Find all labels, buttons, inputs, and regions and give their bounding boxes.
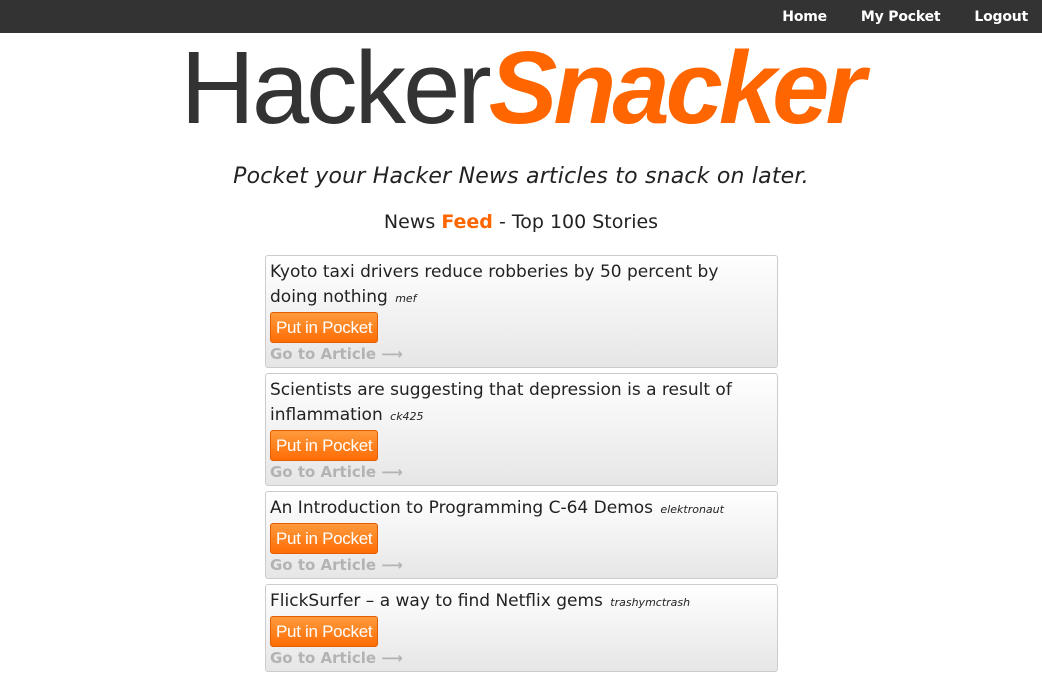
nav-home-link[interactable]: Home (782, 9, 827, 25)
story-card: An Introduction to Programming C-64 Demo… (265, 491, 778, 579)
site-logo: HackerSnacker (0, 36, 1042, 140)
logo-hacker-text: Hacker (180, 30, 491, 145)
story-card: Kyoto taxi drivers reduce robberies by 5… (265, 255, 778, 368)
story-title-line: Scientists are suggesting that depressio… (270, 378, 771, 429)
feed-heading: News Feed - Top 100 Stories (0, 211, 1042, 233)
go-to-article-link[interactable]: Go to Article ⟶ (270, 343, 771, 365)
story-title-line: FlickSurfer – a way to find Netflix gems… (270, 589, 771, 615)
story-title: Kyoto taxi drivers reduce robberies by 5… (270, 262, 719, 307)
put-in-pocket-button[interactable]: Put in Pocket (270, 430, 379, 461)
go-to-article-link[interactable]: Go to Article ⟶ (270, 461, 771, 483)
feed-heading-prefix: News (383, 211, 442, 233)
story-card: Scientists are suggesting that depressio… (265, 373, 778, 486)
feed-heading-suffix: - Top 100 Stories (492, 211, 659, 233)
top-nav-bar: Home My Pocket Logout (0, 0, 1042, 33)
story-author: ck425 (390, 410, 424, 423)
story-title: An Introduction to Programming C-64 Demo… (270, 498, 654, 518)
story-title: Scientists are suggesting that depressio… (270, 380, 732, 425)
put-in-pocket-button[interactable]: Put in Pocket (270, 523, 379, 554)
go-to-article-link[interactable]: Go to Article ⟶ (270, 554, 771, 576)
feed-heading-accent: Feed (441, 211, 493, 233)
story-author: mef (395, 292, 417, 305)
story-title-line: Kyoto taxi drivers reduce robberies by 5… (270, 260, 771, 311)
story-title-line: An Introduction to Programming C-64 Demo… (270, 496, 771, 522)
nav-logout-link[interactable]: Logout (974, 9, 1028, 25)
story-author: elektronaut (660, 503, 724, 516)
story-list: Kyoto taxi drivers reduce robberies by 5… (265, 255, 778, 677)
logo-snacker-text: Snacker (488, 30, 866, 145)
go-to-article-link[interactable]: Go to Article ⟶ (270, 647, 771, 669)
story-author: trashymctrash (610, 596, 691, 609)
story-title: FlickSurfer – a way to find Netflix gems (270, 591, 603, 611)
nav-my-pocket-link[interactable]: My Pocket (861, 9, 941, 25)
story-card: FlickSurfer – a way to find Netflix gems… (265, 584, 778, 672)
put-in-pocket-button[interactable]: Put in Pocket (270, 616, 379, 647)
tagline: Pocket your Hacker News articles to snac… (233, 164, 809, 189)
put-in-pocket-button[interactable]: Put in Pocket (270, 312, 379, 343)
